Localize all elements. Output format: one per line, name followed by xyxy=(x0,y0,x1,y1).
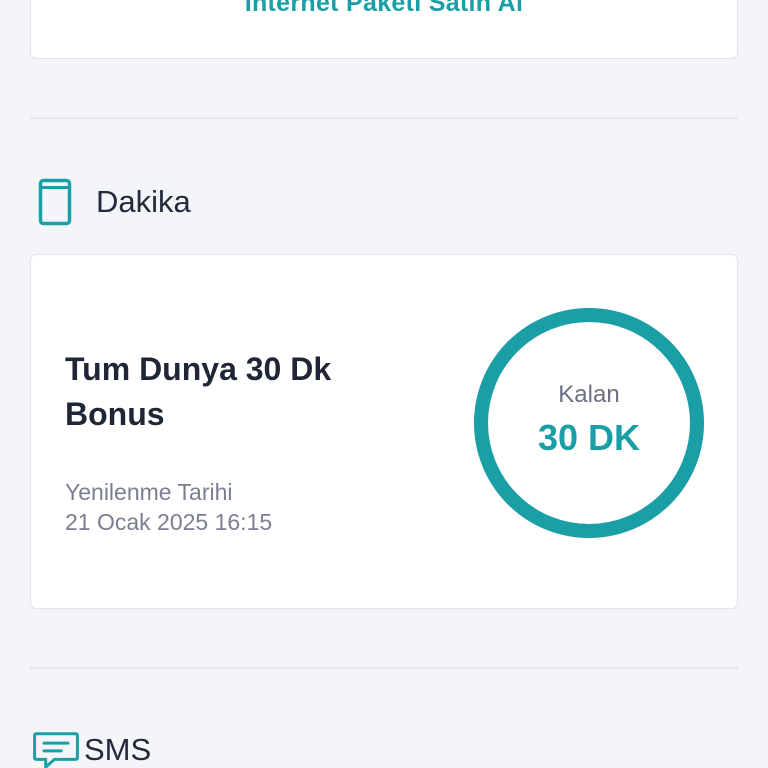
section-divider xyxy=(30,117,738,119)
renewal-label: Yenilenme Tarihi xyxy=(65,479,233,505)
phone-icon xyxy=(38,178,86,226)
minutes-section-title: Dakika xyxy=(96,184,191,219)
section-divider xyxy=(30,667,738,669)
remaining-label: Kalan xyxy=(558,381,620,408)
remaining-ring-text: Kalan 30 DK xyxy=(473,307,705,539)
sms-section-title: SMS xyxy=(84,732,152,767)
minutes-package-card[interactable]: Tum Dunya 30 Dk Bonus Yenilenme Tarihi 2… xyxy=(30,254,738,609)
sms-section-header: SMS xyxy=(30,720,151,768)
usage-page: Internet Paketi Satin Al Dakika Tum Duny… xyxy=(0,0,768,768)
internet-package-card: Internet Paketi Satin Al xyxy=(30,0,738,59)
minutes-section-header: Dakika xyxy=(30,172,191,232)
message-icon xyxy=(32,726,80,768)
package-name: Tum Dunya 30 Dk Bonus xyxy=(65,351,332,432)
renewal-date: 21 Ocak 2025 16:15 xyxy=(65,509,273,535)
buy-internet-package-link[interactable]: Internet Paketi Satin Al xyxy=(31,0,737,18)
remaining-value: 30 DK xyxy=(537,417,641,458)
